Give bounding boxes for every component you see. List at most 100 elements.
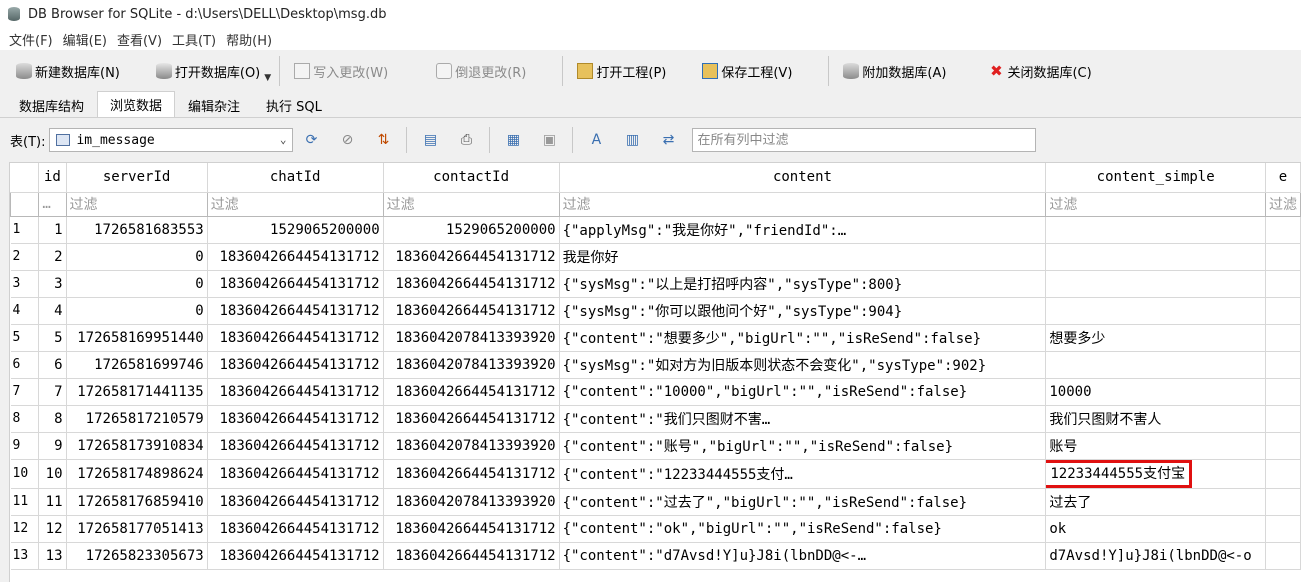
cell-serverid[interactable]: 17265823305673	[66, 542, 208, 570]
cell-id[interactable]: 2	[38, 243, 67, 271]
cell-id[interactable]: 8	[38, 405, 67, 433]
filter-cell-content-simple[interactable]: 过滤	[1045, 191, 1266, 217]
save-project-button[interactable]: 保存工程(V)	[696, 56, 798, 86]
cell-chatid[interactable]: 1836042664454131712	[207, 432, 384, 460]
table-row[interactable]: 6 6 1726581699746 1836042664454131712 183604…	[10, 351, 1301, 379]
cell-content[interactable]: {"content":"d7Avsd!Y]u}J8i(lbnDD@<-…	[559, 542, 1047, 570]
cell-id[interactable]: 10	[38, 459, 67, 489]
cell-content-simple[interactable]	[1045, 270, 1266, 298]
global-filter-input[interactable]	[692, 128, 1037, 152]
row-number[interactable]: 8	[10, 405, 40, 433]
write-changes-button[interactable]: 写入更改(W)	[288, 56, 394, 86]
row-number[interactable]: 2	[10, 243, 40, 271]
cell-contactid[interactable]: 1529065200000	[383, 216, 560, 244]
table-row[interactable]: 4 4 0 1836042664454131712 183604266445413171…	[10, 297, 1301, 325]
column-header-content[interactable]: content	[559, 163, 1047, 193]
cell-serverid[interactable]: 0	[66, 243, 208, 271]
cell-chatid[interactable]: 1836042664454131712	[207, 297, 384, 325]
table-row[interactable]: 1 1 1726581683553 1529065200000 152906520000…	[10, 216, 1301, 244]
cell-contactid[interactable]: 1836042664454131712	[383, 405, 560, 433]
table-row[interactable]: 2 2 0 1836042664454131712 183604266445413171…	[10, 243, 1301, 271]
menu-file[interactable]: 文件(F)	[4, 30, 58, 49]
tab-edit-pragmas[interactable]: 编辑杂注	[175, 93, 253, 117]
cell-id[interactable]: 4	[38, 297, 67, 325]
open-database-button[interactable]: 打开数据库(O)	[150, 56, 266, 86]
cell-id[interactable]: 5	[38, 324, 67, 352]
column-header-contactid[interactable]: contactId	[383, 163, 560, 193]
cell-chatid[interactable]: 1836042664454131712	[207, 515, 384, 543]
column-header-chatid[interactable]: chatId	[207, 163, 384, 193]
cell-content[interactable]: {"sysMsg":"以上是打招呼内容","sysType":800}	[559, 270, 1047, 298]
cell-id[interactable]: 13	[38, 542, 67, 570]
cell-content[interactable]: {"content":"想要多少","bigUrl":"","isReSend"…	[559, 324, 1047, 352]
cell-chatid[interactable]: 1836042664454131712	[207, 324, 384, 352]
row-number[interactable]: 3	[10, 270, 40, 298]
table-select[interactable]: im_message ⌄	[49, 128, 294, 152]
cell-chatid[interactable]: 1836042664454131712	[207, 243, 384, 271]
cell-serverid[interactable]: 17265817210579	[66, 405, 208, 433]
cell-serverid[interactable]: 172658173910834	[66, 432, 208, 460]
cell-e[interactable]	[1265, 405, 1301, 433]
new-database-button[interactable]: 新建数据库(N)	[10, 56, 126, 86]
cell-content-simple[interactable]	[1045, 297, 1266, 325]
cell-chatid[interactable]: 1836042664454131712	[207, 270, 384, 298]
cell-id[interactable]: 11	[38, 488, 67, 516]
cell-contactid[interactable]: 1836042664454131712	[383, 243, 560, 271]
table-row[interactable]: 3 3 0 1836042664454131712 183604266445413171…	[10, 270, 1301, 298]
cell-content-simple[interactable]: 想要多少	[1045, 324, 1266, 352]
row-number[interactable]: 9	[10, 432, 40, 460]
cell-e[interactable]	[1265, 432, 1301, 460]
data-grid[interactable]: id serverId chatId contactId content con…	[9, 162, 1301, 582]
cell-serverid[interactable]: 0	[66, 270, 208, 298]
cell-chatid[interactable]: 1836042664454131712	[207, 542, 384, 570]
filter-cell-id[interactable]: …	[38, 191, 67, 217]
insert-record-icon[interactable]: ▦	[501, 128, 525, 152]
cell-content-simple[interactable]: d7Avsd!Y]u}J8i(lbnDD@<-o	[1045, 542, 1266, 570]
menu-edit[interactable]: 编辑(E)	[58, 30, 112, 49]
cell-e[interactable]	[1265, 378, 1301, 406]
cell-content[interactable]: 我是你好	[559, 243, 1047, 271]
cell-e[interactable]	[1265, 216, 1301, 244]
cell-chatid[interactable]: 1836042664454131712	[207, 459, 384, 489]
cell-content[interactable]: {"content":"账号","bigUrl":"","isReSend":f…	[559, 432, 1047, 460]
cell-id[interactable]: 1	[38, 216, 67, 244]
cell-content-simple[interactable]	[1045, 243, 1266, 271]
cell-id[interactable]: 3	[38, 270, 67, 298]
cell-content-simple[interactable]	[1045, 351, 1266, 379]
cell-chatid[interactable]: 1836042664454131712	[207, 378, 384, 406]
print-icon[interactable]: ⎙	[454, 128, 478, 152]
cell-contactid[interactable]: 1836042664454131712	[383, 378, 560, 406]
cell-content-simple[interactable]: 12233444555支付宝	[1045, 459, 1266, 489]
cell-contactid[interactable]: 1836042078413393920	[383, 324, 560, 352]
column-header-content-simple[interactable]: content_simple	[1045, 163, 1266, 193]
filter-cell-contactid[interactable]: 过滤	[382, 191, 560, 217]
cell-e[interactable]	[1265, 351, 1301, 379]
cell-content[interactable]: {"content":"10000","bigUrl":"","isReSend…	[559, 378, 1047, 406]
row-number[interactable]: 1	[10, 216, 40, 244]
tab-execute-sql[interactable]: 执行 SQL	[253, 93, 335, 117]
cell-content-simple[interactable]	[1045, 216, 1266, 244]
cell-content[interactable]: {"sysMsg":"如对方为旧版本则状态不会变化","sysType":902…	[559, 351, 1047, 379]
cell-contactid[interactable]: 1836042078413393920	[383, 432, 560, 460]
row-number[interactable]: 12	[10, 515, 40, 543]
cell-serverid[interactable]: 172658174898624	[66, 459, 208, 489]
filter-cell-chatid[interactable]: 过滤	[206, 191, 384, 217]
cell-e[interactable]	[1265, 243, 1301, 271]
filter-cell-serverid[interactable]: 过滤	[65, 191, 208, 217]
cell-e[interactable]	[1265, 270, 1301, 298]
table-row[interactable]: 5 5 172658169951440 1836042664454131712 1836…	[10, 324, 1301, 352]
clear-filters-icon[interactable]: ⊘	[335, 128, 359, 152]
table-row[interactable]: 13 13 17265823305673 1836042664454131712 183…	[10, 542, 1301, 570]
row-number[interactable]: 4	[10, 297, 40, 325]
cell-serverid[interactable]: 172658177051413	[66, 515, 208, 543]
refresh-icon[interactable]: ⟳	[299, 128, 323, 152]
table-row[interactable]: 10 10 172658174898624 1836042664454131712 18…	[10, 459, 1301, 489]
table-row[interactable]: 11 11 172658176859410 1836042664454131712 18…	[10, 488, 1301, 516]
cell-content[interactable]: {"content":"过去了","bigUrl":"","isReSend":…	[559, 488, 1047, 516]
cell-serverid[interactable]: 1726581683553	[66, 216, 208, 244]
replace-icon[interactable]: ⇄	[656, 128, 680, 152]
cell-serverid[interactable]: 1726581699746	[66, 351, 208, 379]
cell-content-simple[interactable]: 账号	[1045, 432, 1266, 460]
revert-changes-button[interactable]: 倒退更改(R)	[430, 56, 532, 86]
column-header-id[interactable]: id	[38, 163, 67, 193]
